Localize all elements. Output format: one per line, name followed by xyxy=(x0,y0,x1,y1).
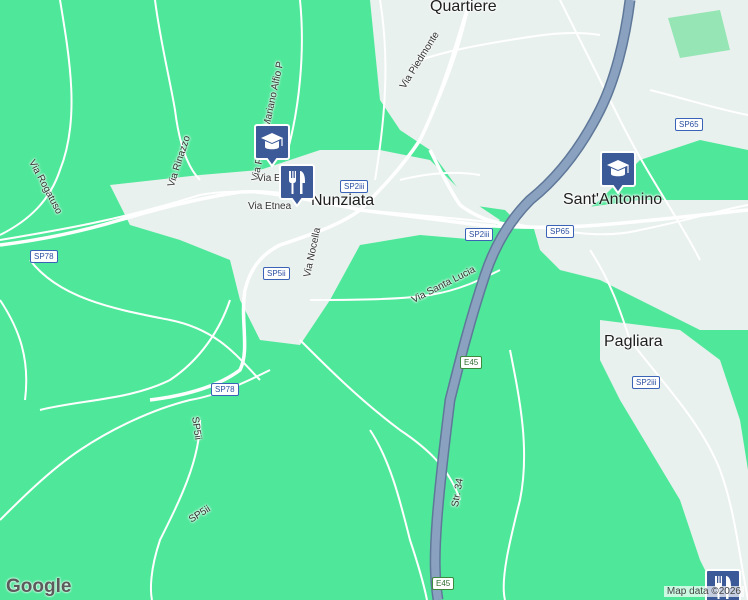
road-shield-sp5ii: SP5ii xyxy=(263,267,290,280)
town-label-quartiere: Quartiere xyxy=(430,0,497,15)
road-shield-sp78: SP78 xyxy=(30,250,58,263)
road-shield-e45: E45 xyxy=(460,356,483,369)
road-shield-sp65: SP65 xyxy=(675,118,703,131)
road-shield-sp65: SP65 xyxy=(546,225,574,238)
urban-area-sant-antonino xyxy=(530,200,748,330)
road-shield-sp2iii: SP2iii xyxy=(465,228,494,241)
town-label-pagliara: Pagliara xyxy=(604,333,663,350)
urban-area-pagliara xyxy=(600,320,748,600)
road-shield-sp78: SP78 xyxy=(211,383,239,396)
map-attribution[interactable]: Map data ©2026 xyxy=(663,586,744,597)
street-label-via-etnea-short: Via E xyxy=(257,173,281,184)
restaurant-icon xyxy=(279,164,315,208)
road-shield-e45: E45 xyxy=(432,577,455,590)
google-logo[interactable]: Google xyxy=(6,576,71,598)
map-pin-school[interactable] xyxy=(254,123,290,168)
map-base-layer xyxy=(0,0,748,600)
map-canvas[interactable]: Quartiere Nunziata Sant'Antonino Pagliar… xyxy=(0,0,748,600)
graduation-cap-icon xyxy=(600,151,636,195)
graduation-cap-icon xyxy=(254,124,290,168)
map-pin-school[interactable] xyxy=(600,150,636,195)
road-shield-sp2iii: SP2iii xyxy=(340,180,369,193)
map-pin-restaurant[interactable] xyxy=(279,163,315,208)
road-shield-sp2iii: SP2iii xyxy=(632,376,661,389)
town-label-nunziata: Nunziata xyxy=(311,192,375,209)
